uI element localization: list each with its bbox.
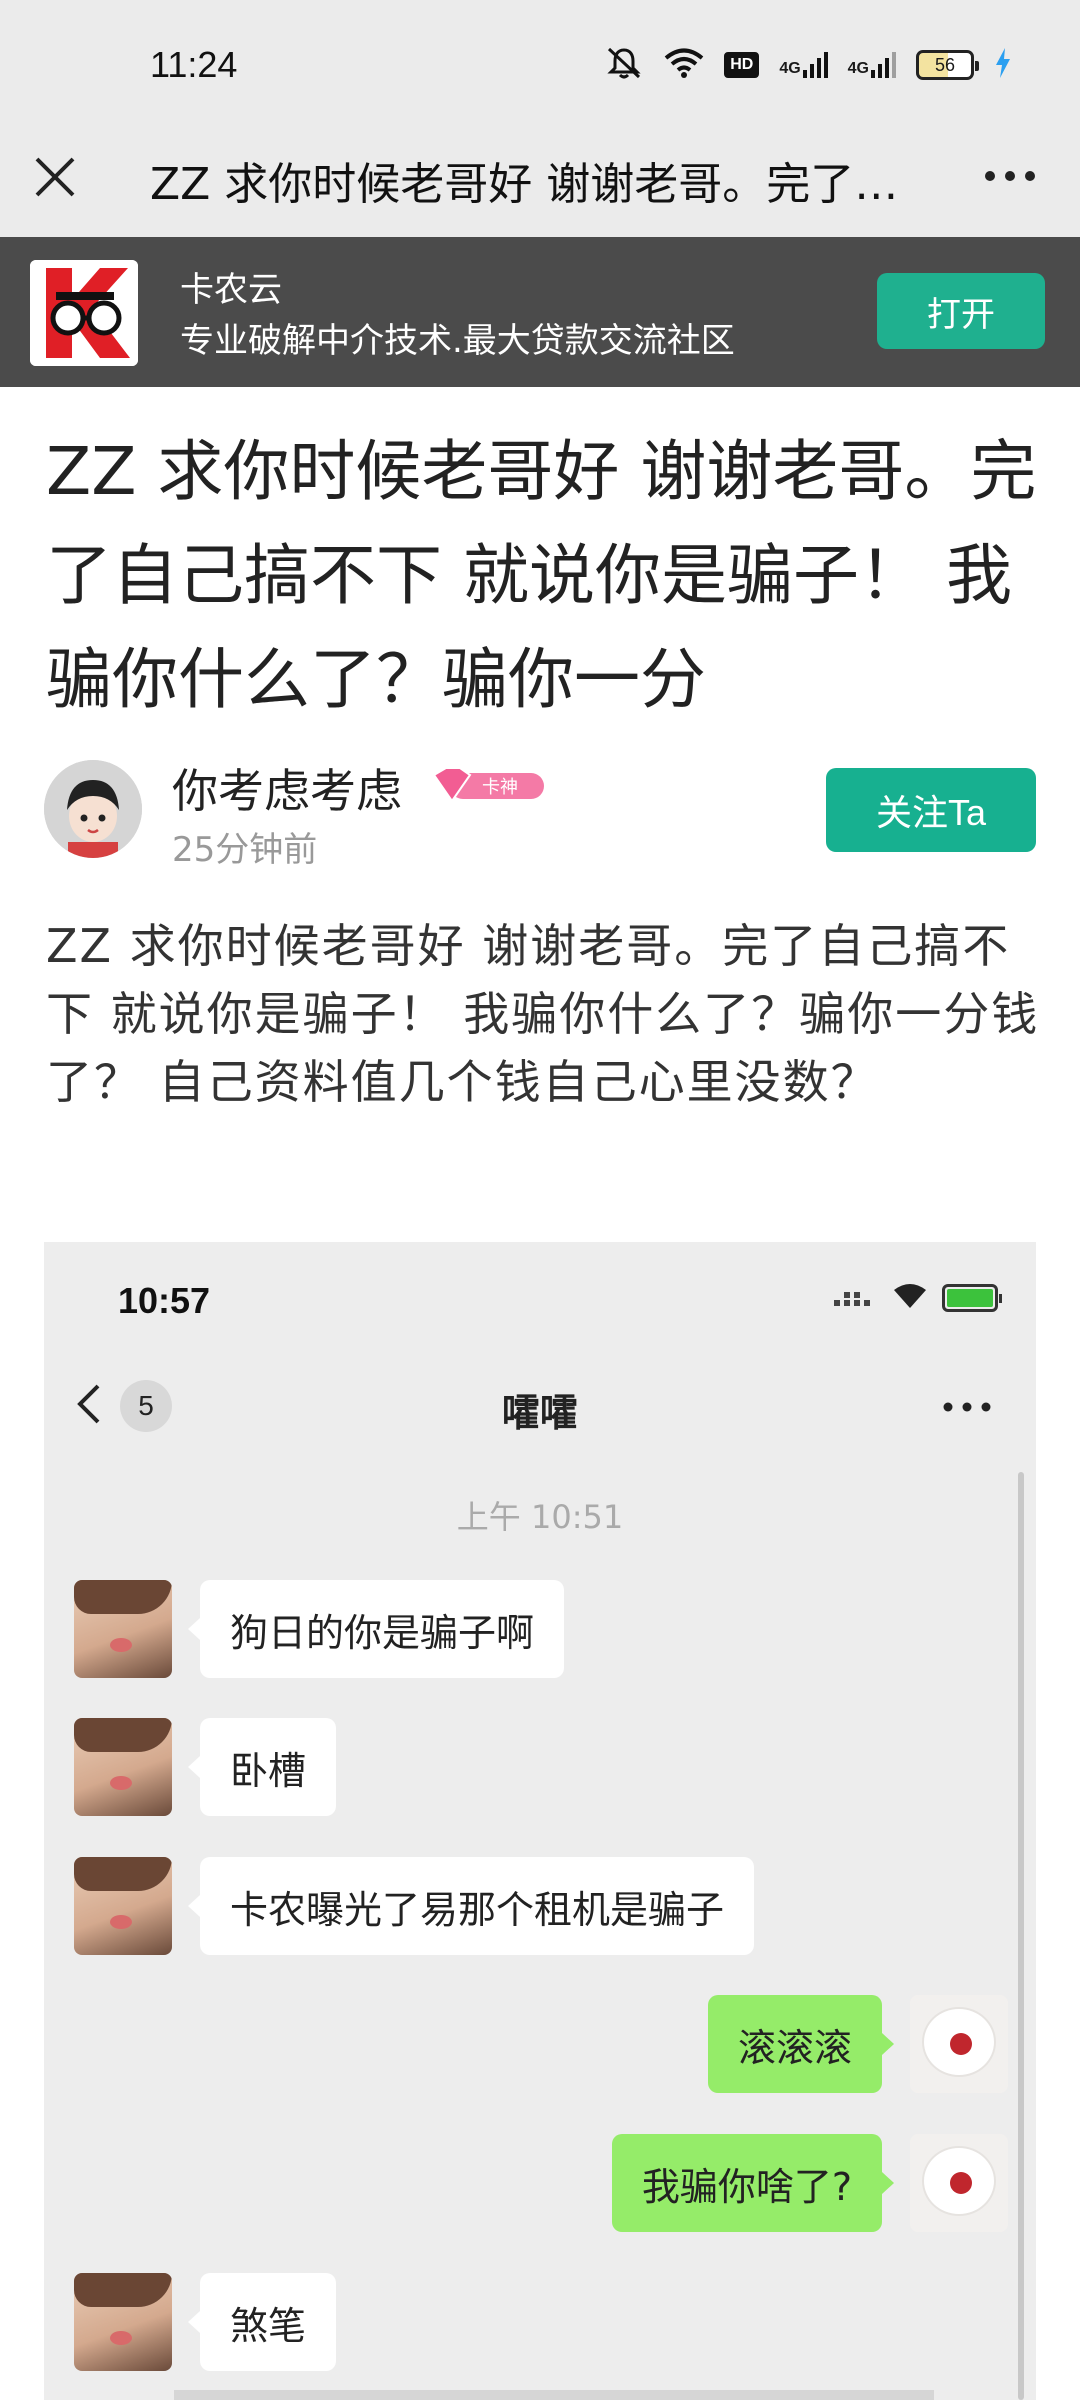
app-tagline: 专业破解中介技术.最大贷款交流社区	[180, 321, 735, 361]
contact-avatar[interactable]	[74, 1857, 172, 1955]
self-avatar[interactable]	[910, 2134, 1008, 2232]
signal-icon	[834, 1284, 878, 1312]
follow-button[interactable]: 关注Ta	[826, 768, 1036, 852]
chat-message[interactable]: 滚滚滚	[707, 1995, 1008, 2093]
contact-avatar[interactable]	[74, 1580, 172, 1678]
contact-avatar[interactable]	[74, 2273, 172, 2371]
close-icon[interactable]	[30, 152, 80, 202]
message-bubble[interactable]: 我骗你啥了?	[611, 2134, 895, 2232]
rank-badge: 卡神	[430, 765, 548, 805]
message-bubble[interactable]: 卧槽	[187, 1718, 337, 1816]
signal-icon: 4G	[779, 52, 828, 78]
message-bubble[interactable]: 卡农曝光了易那个租机是骗子	[187, 1857, 755, 1955]
mute-icon	[604, 46, 644, 84]
scrollbar[interactable]	[1018, 1472, 1024, 2400]
app-banner: 卡农云 专业破解中介技术.最大贷款交流社区 打开	[0, 237, 1080, 387]
chat-message[interactable]: 卡农曝光了易那个租机是骗子	[74, 1857, 755, 1955]
post-time: 25分钟前	[172, 830, 318, 870]
chat-timestamp: 上午 10:51	[456, 1498, 624, 1536]
battery-icon: 56	[916, 50, 979, 80]
avatar[interactable]	[44, 760, 142, 858]
status-bar: 11:24 HD 4G 4G 56	[0, 0, 1080, 130]
app-name: 卡农云	[180, 270, 282, 310]
network-label: 4G	[847, 60, 869, 77]
page-title: ZZ 求你时候老哥好 谢谢老哥。完了…	[150, 159, 899, 210]
chat-message[interactable]: 卧槽	[74, 1718, 337, 1816]
message-bubble[interactable]: 煞笔	[187, 2273, 337, 2371]
contact-avatar[interactable]	[74, 1718, 172, 1816]
status-time: 11:24	[150, 44, 238, 85]
signal-icon: 4G	[848, 52, 896, 78]
more-icon[interactable]	[980, 156, 1040, 196]
status-icons: HD 4G 4G 56	[604, 46, 1012, 84]
charging-icon	[994, 48, 1012, 82]
message-bubble[interactable]: 狗日的你是骗子啊	[187, 1580, 565, 1678]
screenshot-time: 10:57	[118, 1280, 211, 1321]
chat-message[interactable]: 煞笔	[74, 2273, 337, 2371]
more-icon[interactable]	[942, 1397, 992, 1417]
chat-message[interactable]: 狗日的你是骗子啊	[74, 1580, 565, 1678]
post-body: ZZ 求你时候老哥好 谢谢老哥。完了自己搞不下 就说你是骗子！ 我骗你什么了？骗…	[46, 919, 1040, 1109]
hd-icon: HD	[724, 52, 760, 78]
battery-icon	[942, 1284, 1002, 1312]
wifi-icon	[892, 1282, 928, 1314]
chat-title: 嚯嚯	[501, 1391, 578, 1435]
rank-badge-label: 卡神	[482, 777, 518, 798]
network-label: 4G	[779, 60, 801, 77]
embedded-chat-screenshot[interactable]: 10:57 5 嚯嚯 上午 10:51 狗日的你是骗子啊 卧槽 卡农曝光了易那个…	[44, 1242, 1036, 2400]
self-avatar[interactable]	[910, 1995, 1008, 2093]
chat-message[interactable]: 我骗你啥了?	[611, 2134, 1008, 2232]
author-name[interactable]: 你考虑考虑	[172, 755, 402, 821]
nav-bar: ZZ 求你时候老哥好 谢谢老哥。完了…	[0, 130, 1080, 237]
open-app-button[interactable]: 打开	[877, 273, 1045, 349]
input-bar-edge	[174, 2390, 934, 2400]
post-title: ZZ 求你时候老哥好 谢谢老哥。完了自己搞不下 就说你是骗子！ 我骗你什么了？骗…	[46, 433, 1037, 718]
screenshot-status-icons	[834, 1282, 1002, 1314]
wifi-icon	[664, 47, 704, 83]
message-bubble[interactable]: 滚滚滚	[707, 1995, 895, 2093]
battery-level: 56	[934, 54, 956, 75]
app-logo	[30, 260, 138, 366]
